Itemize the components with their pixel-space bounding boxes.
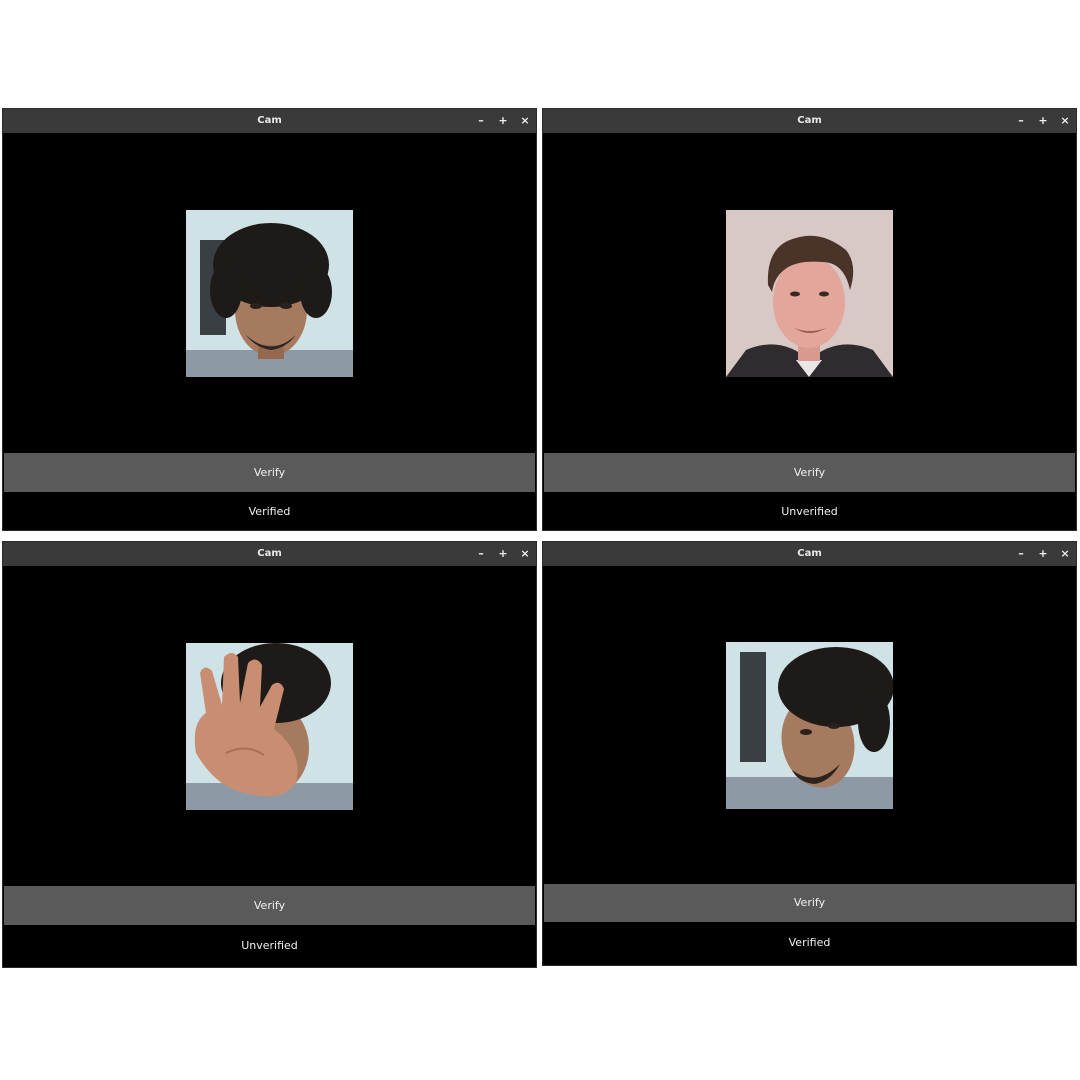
cam-window-4: Cam – + × Verify Verified	[542, 541, 1077, 966]
window-title: Cam	[257, 548, 282, 559]
camera-feed-image	[726, 642, 893, 809]
verification-status: Unverified	[781, 505, 838, 518]
window-titlebar[interactable]: Cam – + ×	[543, 109, 1076, 133]
verify-button[interactable]: Verify	[544, 453, 1075, 492]
minimize-icon[interactable]: –	[476, 548, 486, 560]
minimize-icon[interactable]: –	[1016, 115, 1026, 127]
close-icon[interactable]: ×	[1060, 115, 1070, 127]
window-titlebar[interactable]: Cam – + ×	[3, 109, 536, 133]
window-title: Cam	[797, 548, 822, 559]
maximize-icon[interactable]: +	[1038, 115, 1048, 127]
window-controls: – + ×	[1016, 542, 1070, 566]
cam-window-1: Cam – + × Verify Verified	[2, 108, 537, 531]
window-controls: – + ×	[476, 109, 530, 133]
camera-feed-image	[726, 210, 893, 377]
verification-status: Verified	[788, 936, 831, 949]
close-icon[interactable]: ×	[520, 115, 530, 127]
minimize-icon[interactable]: –	[1016, 548, 1026, 560]
verification-status: Unverified	[241, 939, 298, 952]
camera-feed-image	[186, 643, 353, 810]
verify-button[interactable]: Verify	[544, 884, 1075, 922]
maximize-icon[interactable]: +	[498, 548, 508, 560]
close-icon[interactable]: ×	[1060, 548, 1070, 560]
cam-window-2: Cam – + × Verify Unverified	[542, 108, 1077, 531]
window-title: Cam	[797, 115, 822, 126]
window-title: Cam	[257, 115, 282, 126]
window-controls: – + ×	[476, 542, 530, 566]
verify-button[interactable]: Verify	[4, 886, 535, 925]
maximize-icon[interactable]: +	[1038, 548, 1048, 560]
window-controls: – + ×	[1016, 109, 1070, 133]
minimize-icon[interactable]: –	[476, 115, 486, 127]
verification-status: Verified	[248, 505, 291, 518]
camera-feed-image	[186, 210, 353, 377]
cam-window-3: Cam – + × Verify Unverified	[2, 541, 537, 968]
maximize-icon[interactable]: +	[498, 115, 508, 127]
window-titlebar[interactable]: Cam – + ×	[3, 542, 536, 566]
verify-button[interactable]: Verify	[4, 453, 535, 492]
close-icon[interactable]: ×	[520, 548, 530, 560]
window-titlebar[interactable]: Cam – + ×	[543, 542, 1076, 566]
